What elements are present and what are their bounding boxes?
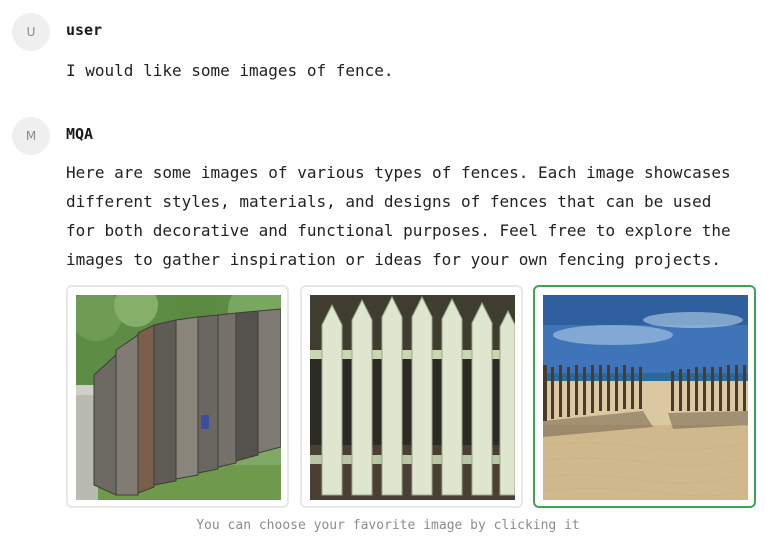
assistant-message-text: Here are some images of various types of…: [66, 163, 731, 269]
user-message-text: I would like some images of fence.: [66, 61, 394, 80]
user-avatar: U: [12, 13, 50, 51]
beach-fence-image: [543, 295, 748, 500]
image-option-1[interactable]: [66, 285, 289, 508]
wooden-fence-image: [76, 295, 281, 500]
white-picket-fence-image: [310, 295, 515, 500]
assistant-sender-name: MQA: [66, 125, 94, 143]
image-option-2[interactable]: [300, 285, 523, 508]
assistant-avatar: M: [12, 117, 50, 155]
image-gallery: [66, 285, 756, 508]
gallery-hint: You can choose your favorite image by cl…: [196, 518, 580, 533]
user-sender-name: user: [66, 21, 103, 39]
image-option-3[interactable]: [533, 285, 756, 508]
